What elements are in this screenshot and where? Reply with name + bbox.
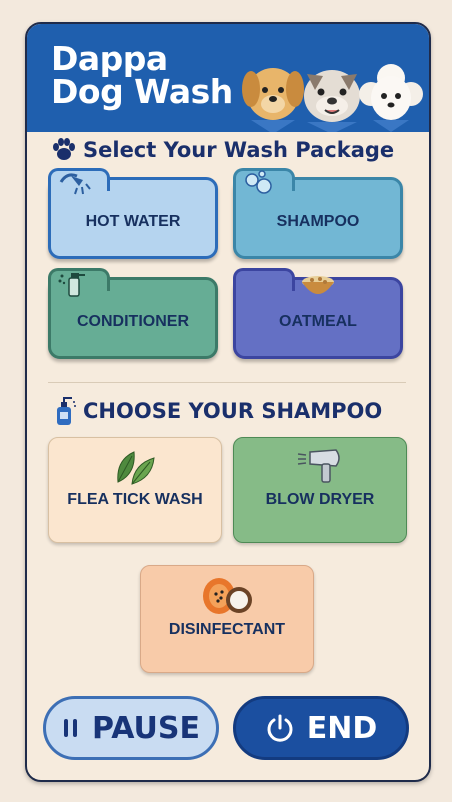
pause-icon — [62, 717, 80, 739]
oatmeal-label: OATMEAL — [279, 313, 357, 330]
hot-water-label: HOT WATER — [85, 213, 181, 230]
wash-package-heading: Select Your Wash Package — [51, 138, 394, 162]
shampoo-label: SHAMPOO — [276, 213, 360, 230]
shampoo-section-title: CHOOSE YOUR SHAMPOO — [83, 399, 383, 423]
wash-package-title: Select Your Wash Package — [83, 138, 395, 162]
papaya-coconut-icon — [199, 574, 255, 621]
disinfectant-label: DISINFECTANT — [168, 621, 286, 638]
app-title: Dappa Dog Wash — [51, 42, 233, 108]
title-line-2: Dog Wash — [51, 72, 233, 111]
header: Dappa Dog Wash — [27, 24, 429, 134]
kiosk-screen: Dappa Dog Wash Select Your Wash Package … — [25, 22, 431, 782]
conditioner-label: CONDITIONER — [77, 313, 189, 330]
oatmeal-bowl-icon — [298, 272, 338, 305]
hot-water-button[interactable]: HOT WATER — [48, 168, 218, 259]
end-button[interactable]: END — [233, 696, 409, 760]
flea-tick-wash-button[interactable]: FLEA TICK WASH — [48, 437, 222, 543]
blow-dryer-button[interactable]: BLOW DRYER — [233, 437, 407, 543]
power-icon — [265, 713, 295, 743]
hair-dryer-icon — [296, 446, 344, 491]
shampoo-heading: CHOOSE YOUR SHAMPOO — [53, 396, 382, 426]
pause-label: PAUSE — [92, 710, 200, 746]
bubbles-icon — [242, 170, 276, 203]
title-line-1: Dappa — [51, 39, 168, 78]
dogs-illustration — [242, 64, 423, 134]
divider — [48, 382, 406, 383]
soap-bottle-icon — [53, 396, 77, 426]
end-label: END — [306, 710, 378, 746]
leaves-icon — [112, 446, 158, 491]
oatmeal-button[interactable]: OATMEAL — [233, 268, 403, 359]
conditioner-button[interactable]: CONDITIONER — [48, 268, 218, 359]
shower-icon — [57, 170, 93, 203]
flea-tick-wash-label: FLEA TICK WASH — [67, 491, 203, 508]
tab-shape — [233, 268, 295, 291]
spray-bottle-icon — [57, 270, 91, 303]
shampoo-button[interactable]: SHAMPOO — [233, 168, 403, 259]
paw-icon — [51, 138, 77, 162]
blow-dryer-label: BLOW DRYER — [265, 491, 375, 508]
disinfectant-button[interactable]: DISINFECTANT — [140, 565, 314, 673]
pause-button[interactable]: PAUSE — [43, 696, 219, 760]
